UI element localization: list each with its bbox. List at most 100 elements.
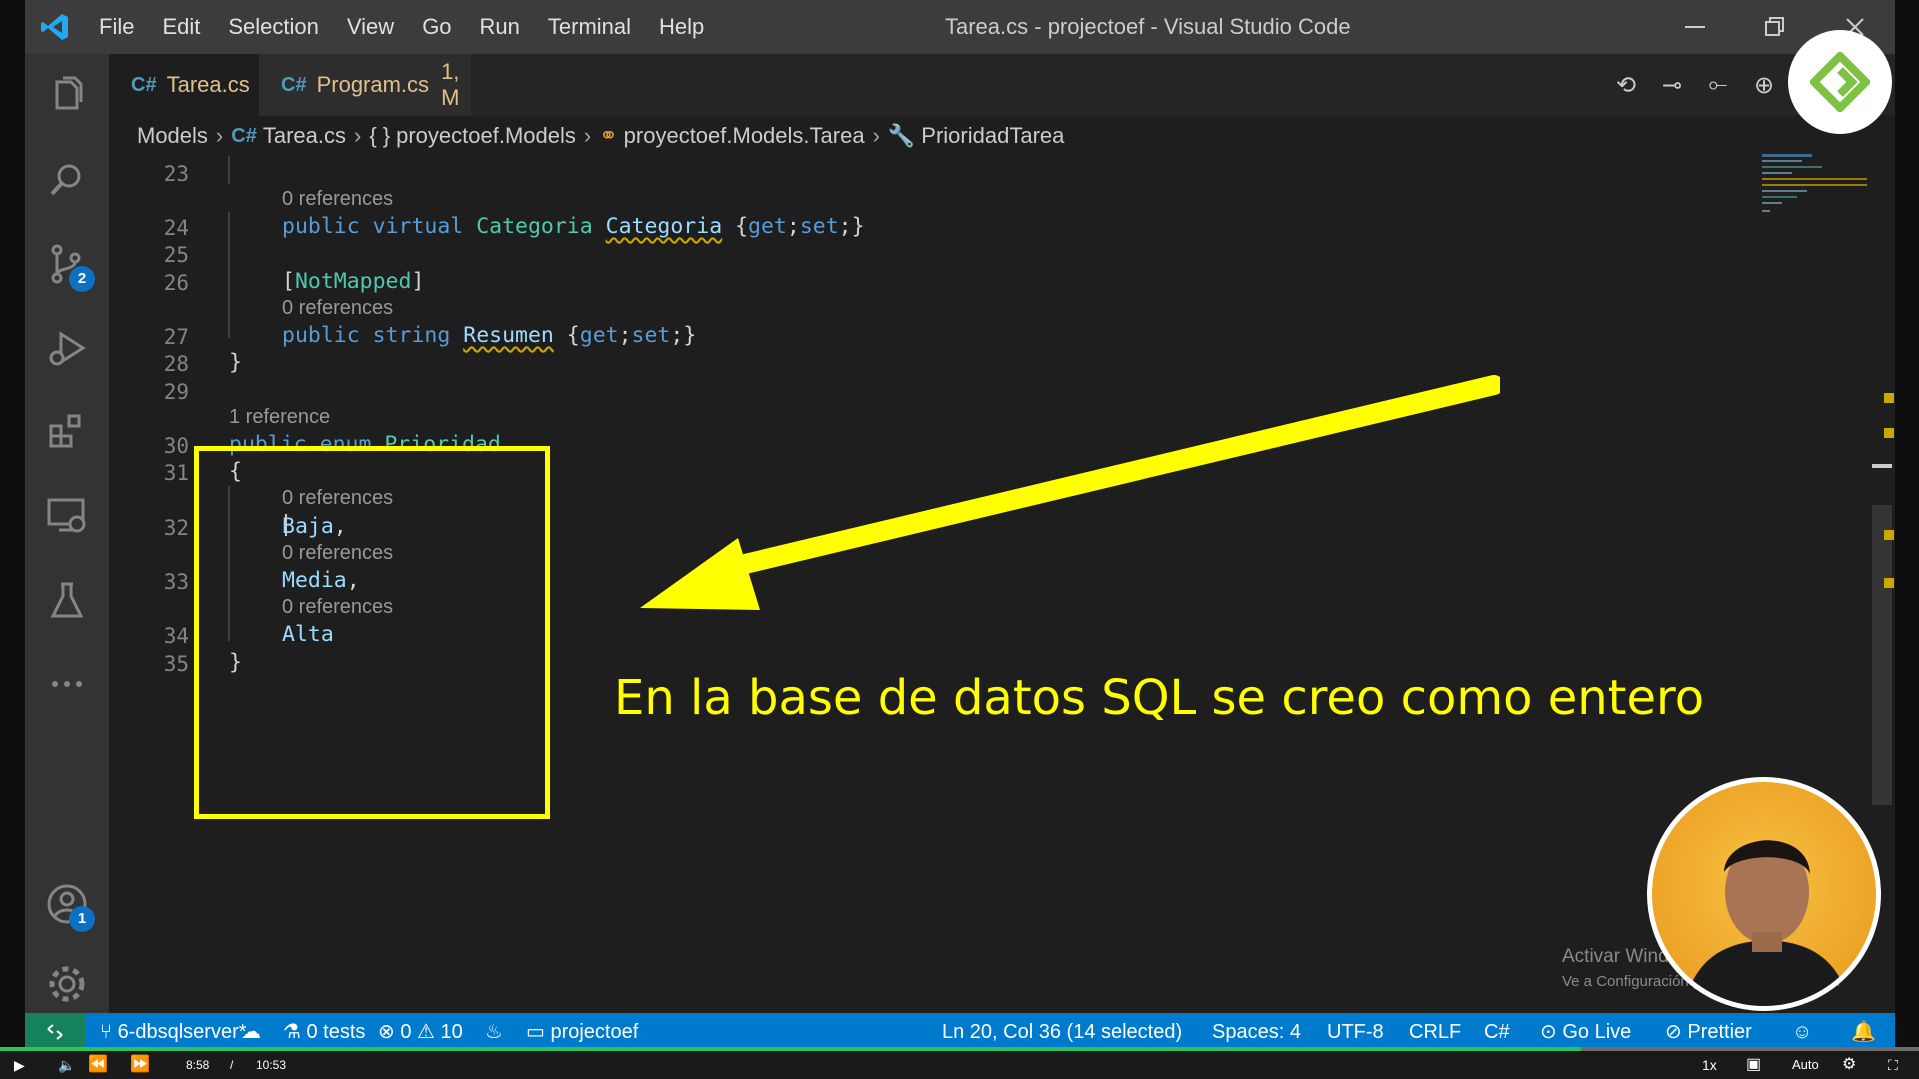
keyword: get [748, 214, 787, 239]
breadcrumb-folder[interactable]: Models [137, 123, 208, 149]
run-debug-icon[interactable] [25, 306, 109, 390]
chevron-right-icon: › [583, 123, 592, 148]
title-bar: File Edit Selection View Go Run Terminal… [25, 0, 1895, 54]
remote-indicator-icon[interactable] [25, 1013, 85, 1051]
code-lens[interactable]: 0 references [282, 188, 393, 211]
presenter-image [1684, 840, 1850, 1006]
error-icon: ⊗ [378, 1021, 401, 1043]
line-number: 27 [163, 325, 189, 349]
annotation-caption: En la base de datos SQL se creo como ent… [614, 670, 1705, 726]
prettier-status[interactable]: ⊘ Prettier [1665, 1013, 1752, 1051]
sync-icon[interactable]: ☁ [241, 1013, 261, 1051]
csharp-file-icon: C# [231, 124, 257, 147]
language-mode[interactable]: C# [1484, 1013, 1510, 1051]
keyword: public [282, 214, 360, 239]
menu-terminal[interactable]: Terminal [534, 0, 645, 54]
accounts-icon[interactable]: 1 [25, 862, 109, 946]
minimize-button[interactable] [1655, 0, 1735, 54]
error-count: 0 [400, 1021, 412, 1043]
editor-actions: ⟲ ⊸ ⟜ ⊕ [1603, 54, 1787, 116]
open-changes-icon[interactable]: ⊕ [1741, 71, 1787, 100]
quality-selector[interactable]: Auto [1792, 1051, 1819, 1079]
menu-file[interactable]: File [85, 0, 148, 54]
breadcrumb: Models › C# Tarea.cs › { } proyectoef.Mo… [109, 116, 1064, 156]
go-live-button[interactable]: ⊙ Go Live [1540, 1013, 1631, 1051]
cursor-position-marker [1872, 464, 1892, 468]
problems-status[interactable]: ⊗ 0 ⚠ 10 [378, 1013, 463, 1051]
menu-go[interactable]: Go [408, 0, 465, 54]
menu-run[interactable]: Run [466, 0, 534, 54]
fast-forward-icon[interactable]: ⏩ [130, 1051, 150, 1079]
breadcrumb-file[interactable]: Tarea.cs [263, 123, 346, 149]
notifications-bell-icon[interactable]: 🔔 [1851, 1013, 1876, 1051]
explorer-icon[interactable] [25, 54, 109, 138]
keyword: virtual [372, 214, 464, 239]
vscode-logo-icon [25, 0, 85, 54]
line-number: 31 [163, 461, 189, 485]
bracket: [ [282, 269, 295, 294]
menu-help[interactable]: Help [645, 0, 718, 54]
menu-view[interactable]: View [333, 0, 408, 54]
line-number: 35 [163, 652, 189, 676]
testing-icon[interactable] [25, 558, 109, 642]
tests-label: 0 tests [306, 1021, 366, 1043]
chevron-right-icon: › [872, 123, 880, 148]
picture-in-picture-icon[interactable]: ▣ [1746, 1051, 1761, 1079]
code-line: } [229, 350, 242, 375]
fullscreen-icon[interactable]: ⛶ [1888, 1051, 1898, 1079]
source-control-icon[interactable]: 2 [25, 222, 109, 306]
remote-explorer-icon[interactable] [25, 474, 109, 558]
indentation-status[interactable]: Spaces: 4 [1212, 1013, 1301, 1051]
more-icon[interactable] [25, 642, 109, 726]
menu-bar: File Edit Selection View Go Run Terminal… [85, 0, 718, 54]
menu-selection[interactable]: Selection [214, 0, 333, 54]
breadcrumb-symbol[interactable]: PrioridadTarea [921, 123, 1064, 149]
attribute-name: NotMapped [294, 269, 412, 294]
tests-status[interactable]: ⚗ 0 tests [283, 1013, 365, 1051]
branch-status[interactable]: ⑂ 6-dbsqlserver* [100, 1013, 247, 1051]
playback-speed[interactable]: 1x [1702, 1051, 1717, 1079]
play-icon[interactable]: ▶ [14, 1051, 25, 1079]
class-icon: ⚭ [599, 123, 618, 148]
branch-label: 6-dbsqlserver* [117, 1021, 247, 1043]
code-line: [NotMapped] [282, 269, 424, 294]
activity-bar: 2 1 [25, 54, 109, 1013]
tab-program-cs[interactable]: C# Program.cs 1, M [259, 54, 471, 116]
breadcrumb-class[interactable]: proyectoef.Models.Tarea [624, 123, 865, 149]
extensions-icon[interactable] [25, 390, 109, 474]
bracket: ] [411, 269, 425, 294]
line-number: 33 [163, 570, 189, 594]
broadcast-icon: ⊙ [1540, 1021, 1563, 1043]
code-lens[interactable]: 1 reference [229, 406, 330, 429]
search-icon[interactable] [25, 138, 109, 222]
line-number: 28 [163, 352, 189, 376]
code-lens[interactable]: 0 references [282, 297, 393, 320]
flame-icon[interactable]: ♨ [485, 1013, 503, 1051]
eol-status[interactable]: CRLF [1409, 1013, 1461, 1051]
wrench-icon: 🔧 [887, 123, 916, 148]
folder-status[interactable]: ▭ projectoef [526, 1013, 638, 1051]
settings-icon[interactable]: ⚙ [1842, 1051, 1856, 1079]
encoding-status[interactable]: UTF-8 [1327, 1013, 1384, 1051]
feedback-icon[interactable]: ☺ [1792, 1013, 1812, 1051]
tab-label: Tarea.cs [166, 72, 250, 97]
timeline-compare-icon[interactable]: ⟲ [1603, 71, 1649, 100]
rewind-icon[interactable]: ⏪ [88, 1051, 108, 1079]
breadcrumb-namespace[interactable]: proyectoef.Models [396, 123, 576, 149]
code-line: public string Resumen {get;set;} [282, 323, 697, 348]
warning-marker [1884, 428, 1894, 438]
menu-edit[interactable]: Edit [148, 0, 214, 54]
cursor-position[interactable]: Ln 20, Col 36 (14 selected) [942, 1013, 1182, 1051]
status-bar: ⑂ 6-dbsqlserver* ☁ ⚗ 0 tests ⊗ 0 ⚠ 10 ♨ … [25, 1013, 1895, 1051]
keyword: set [631, 323, 671, 348]
git-previous-change-icon[interactable]: ⊸ [1649, 71, 1695, 100]
volume-icon[interactable]: 🔈 [58, 1051, 75, 1079]
accounts-badge: 1 [69, 906, 95, 932]
folder-icon: ▭ [526, 1021, 551, 1043]
git-next-change-icon[interactable]: ⟜ [1695, 71, 1741, 99]
minimap[interactable] [1760, 152, 1870, 232]
video-player-controls: ▶ 🔈 ⏪ ⏩ 8:58 / 10:53 1x ▣ Auto ⚙ ⛶ [0, 1051, 1919, 1079]
scrollbar-thumb[interactable] [1872, 505, 1892, 805]
video-frame-right [1895, 0, 1919, 1079]
warning-marker [1884, 393, 1894, 403]
